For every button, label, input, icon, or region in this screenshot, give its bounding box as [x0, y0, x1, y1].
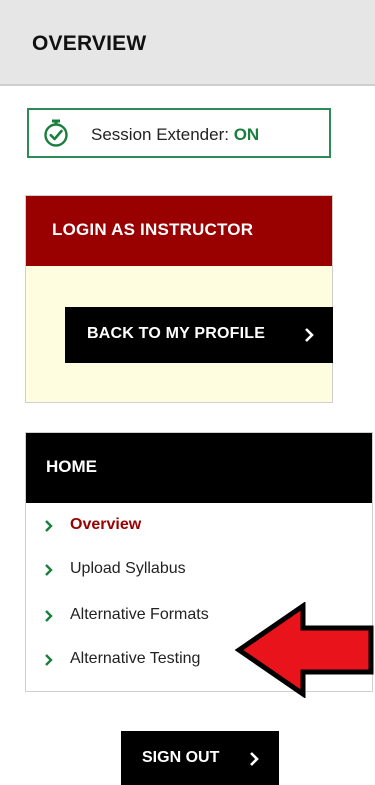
page-title: OVERVIEW	[32, 32, 147, 55]
login-heading: LOGIN AS INSTRUCTOR	[52, 220, 254, 239]
chevron-right-icon	[45, 520, 53, 532]
login-as-instructor-panel: LOGIN AS INSTRUCTOR BACK TO MY PROFILE	[25, 195, 333, 403]
chevron-right-icon	[250, 752, 259, 766]
chevron-right-icon	[45, 654, 53, 666]
session-state: ON	[233, 125, 260, 144]
session-extender[interactable]: Session Extender: ON	[27, 108, 331, 158]
home-heading: HOME	[46, 457, 97, 476]
nav-item-label: Overview	[70, 516, 142, 533]
session-label: Session Extender:	[91, 125, 229, 144]
session-text: Session Extender: ON	[91, 125, 259, 145]
chevron-right-icon	[45, 610, 53, 622]
home-heading-bar: HOME	[26, 433, 372, 503]
back-to-profile-button[interactable]: BACK TO MY PROFILE	[65, 307, 333, 363]
stopwatch-check-icon	[44, 119, 68, 147]
nav-item-label: Alternative Testing	[70, 650, 201, 667]
sign-out-button[interactable]: SIGN OUT	[121, 731, 279, 785]
chevron-right-icon	[45, 564, 53, 576]
sign-out-label: SIGN OUT	[142, 749, 220, 766]
back-to-profile-label: BACK TO MY PROFILE	[87, 325, 266, 342]
overview-header: OVERVIEW	[0, 0, 375, 86]
red-arrow-left-icon	[234, 602, 374, 698]
nav-item-label: Upload Syllabus	[70, 560, 186, 577]
login-heading-bar: LOGIN AS INSTRUCTOR	[26, 196, 332, 266]
nav-item-label: Alternative Formats	[70, 606, 209, 623]
chevron-right-icon	[305, 328, 314, 342]
